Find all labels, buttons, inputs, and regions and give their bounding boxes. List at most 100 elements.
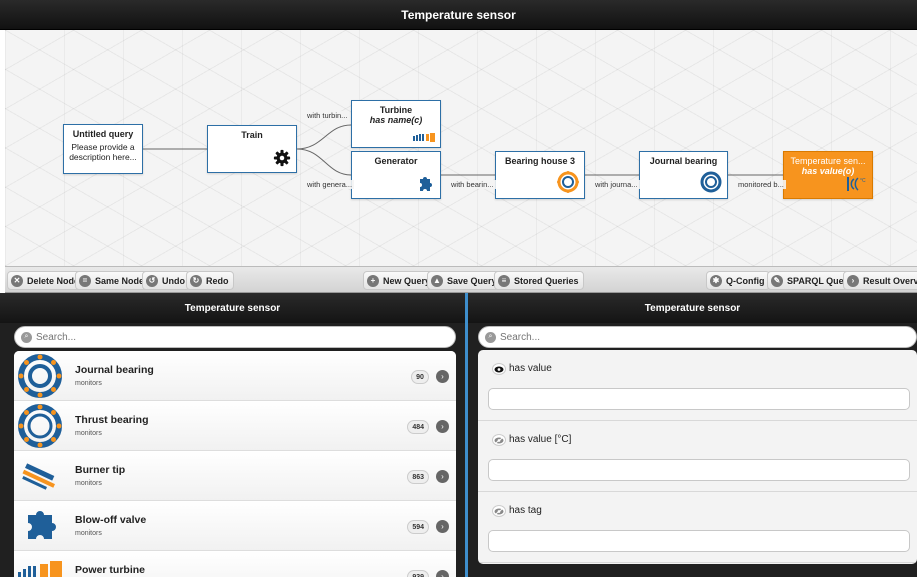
redo-button[interactable]: ↻ Redo xyxy=(186,271,234,290)
upload-icon: ▲ xyxy=(431,274,443,287)
node-description: Please provide a description here... xyxy=(69,142,137,162)
list-item[interactable]: Power turbine monitors 939 › xyxy=(14,551,456,577)
attribute-list: has value has value [°C] has tag xyxy=(478,350,917,564)
list-item[interactable]: Thrust bearing monitors 484 › xyxy=(14,401,456,451)
new-query-button[interactable]: + New Query xyxy=(363,271,436,290)
bearing-icon xyxy=(700,171,722,195)
left-search-box[interactable]: ⌕ xyxy=(14,326,456,348)
query-graph-canvas[interactable]: Untitled query Please provide a descript… xyxy=(5,30,917,266)
list-item[interactable]: Blow-off valve monitors 594 › xyxy=(14,501,456,551)
node-title: Bearing house 3 xyxy=(504,156,576,166)
bearing-icon xyxy=(16,402,64,450)
item-name: Burner tip xyxy=(75,464,126,476)
undo-button[interactable]: ↺ Undo xyxy=(142,271,190,290)
list-item[interactable]: Journal bearing monitors 90 › xyxy=(14,351,456,401)
attribute-name: has value [°C] xyxy=(509,434,572,445)
attribute-value-input[interactable] xyxy=(488,530,910,552)
turbine-icon xyxy=(16,552,64,577)
turbine-icon xyxy=(413,133,435,144)
eye-icon[interactable] xyxy=(492,363,506,375)
chevron-right-icon[interactable]: › xyxy=(436,370,449,383)
node-turbine[interactable]: Turbine has name(c) xyxy=(351,100,441,148)
button-label: Redo xyxy=(206,275,229,286)
left-panel-title-bar: Temperature sensor xyxy=(0,293,465,323)
node-temperature-sensor[interactable]: Temperature sen... has value(o) °C xyxy=(783,151,873,199)
concept-list: Journal bearing monitors 90 › Thrust bea… xyxy=(14,351,456,577)
button-label: New Query xyxy=(383,275,431,286)
button-label: Save Query xyxy=(447,275,497,286)
search-icon: ⌕ xyxy=(21,331,32,343)
chevron-right-icon[interactable]: › xyxy=(436,520,449,533)
right-search-input[interactable] xyxy=(500,331,888,343)
item-relation: monitors xyxy=(75,530,102,537)
count-badge: 90 xyxy=(411,370,429,384)
count-badge: 863 xyxy=(407,470,429,484)
delete-icon: ✕ xyxy=(11,274,23,287)
count-badge: 594 xyxy=(407,520,429,534)
node-title: Generator xyxy=(374,156,418,166)
item-name: Thrust bearing xyxy=(75,414,149,426)
bearing-icon xyxy=(16,352,64,400)
node-title: Untitled query xyxy=(72,129,134,139)
attribute-value-input[interactable] xyxy=(488,388,910,410)
node-journal-bearing[interactable]: Journal bearing xyxy=(639,151,728,199)
attribute-name: has tag xyxy=(509,505,542,516)
window-title: Temperature sensor xyxy=(401,7,516,22)
left-search-input[interactable] xyxy=(36,331,427,343)
plus-icon: + xyxy=(367,274,379,287)
result-overview-button[interactable]: › Result Overview xyxy=(843,271,917,290)
node-generator[interactable]: Generator xyxy=(351,151,441,199)
item-relation: monitors xyxy=(75,380,102,387)
node-title: Train xyxy=(241,130,263,140)
gear-icon xyxy=(273,149,291,169)
left-panel: Temperature sensor ⌕ Journal bearing mon… xyxy=(0,293,465,577)
button-label: Delete Node xyxy=(27,275,80,286)
edge-label: with journa... xyxy=(593,180,640,189)
q-config-button[interactable]: ✱ Q-Config xyxy=(706,271,770,290)
right-search-box[interactable]: ⌕ xyxy=(478,326,917,348)
gear-icon: ✱ xyxy=(710,274,722,287)
node-bearing-house-3[interactable]: Bearing house 3 xyxy=(495,151,585,199)
redo-icon: ↻ xyxy=(190,274,202,287)
svg-text:°C: °C xyxy=(860,178,866,184)
chevron-right-icon[interactable]: › xyxy=(436,470,449,483)
bearing-house-icon xyxy=(557,171,579,195)
item-name: Power turbine xyxy=(75,564,146,576)
chevron-right-icon[interactable]: › xyxy=(436,570,449,577)
burner-tip-icon xyxy=(16,452,64,500)
item-relation: monitors xyxy=(75,430,102,437)
button-label: Q-Config xyxy=(726,275,765,286)
eye-hidden-icon[interactable] xyxy=(492,505,506,517)
delete-node-button[interactable]: ✕ Delete Node xyxy=(7,271,85,290)
list-item[interactable]: Burner tip monitors 863 › xyxy=(14,451,456,501)
edge-train-generator xyxy=(296,148,352,176)
button-label: Stored Queries xyxy=(514,275,579,286)
thermometer-icon: °C xyxy=(845,175,867,195)
attribute-value-input[interactable] xyxy=(488,459,910,481)
item-name: Journal bearing xyxy=(75,364,154,376)
app-root: Temperature sensor Untitled query Please… xyxy=(0,0,917,577)
node-untitled-query[interactable]: Untitled query Please provide a descript… xyxy=(63,124,143,174)
equals-icon: = xyxy=(79,274,91,287)
chevron-right-icon[interactable]: › xyxy=(436,420,449,433)
count-badge: 484 xyxy=(407,420,429,434)
right-panel-title-bar: Temperature sensor xyxy=(468,293,917,323)
pencil-icon: ✎ xyxy=(771,274,783,287)
stored-queries-button[interactable]: ≡ Stored Queries xyxy=(494,271,584,290)
node-subtitle: has name(c) xyxy=(369,115,423,125)
edge-label: with bearin... xyxy=(449,180,496,189)
button-label: Result Overview xyxy=(863,275,917,286)
node-train[interactable]: Train xyxy=(207,125,297,173)
edge-train-turbine xyxy=(296,124,352,150)
generator-icon xyxy=(415,175,435,195)
puzzle-icon xyxy=(16,502,64,550)
same-node-button[interactable]: = Same Node xyxy=(75,271,150,290)
save-query-button[interactable]: ▲ Save Query xyxy=(427,271,502,290)
item-relation: monitors xyxy=(75,480,102,487)
main-title-bar: Temperature sensor xyxy=(0,0,917,30)
edge-label: monitored b... xyxy=(736,180,786,189)
node-title: Journal bearing xyxy=(649,156,718,166)
list-icon: ≡ xyxy=(498,274,510,287)
button-label: Undo xyxy=(162,275,185,286)
eye-hidden-icon[interactable] xyxy=(492,434,506,446)
